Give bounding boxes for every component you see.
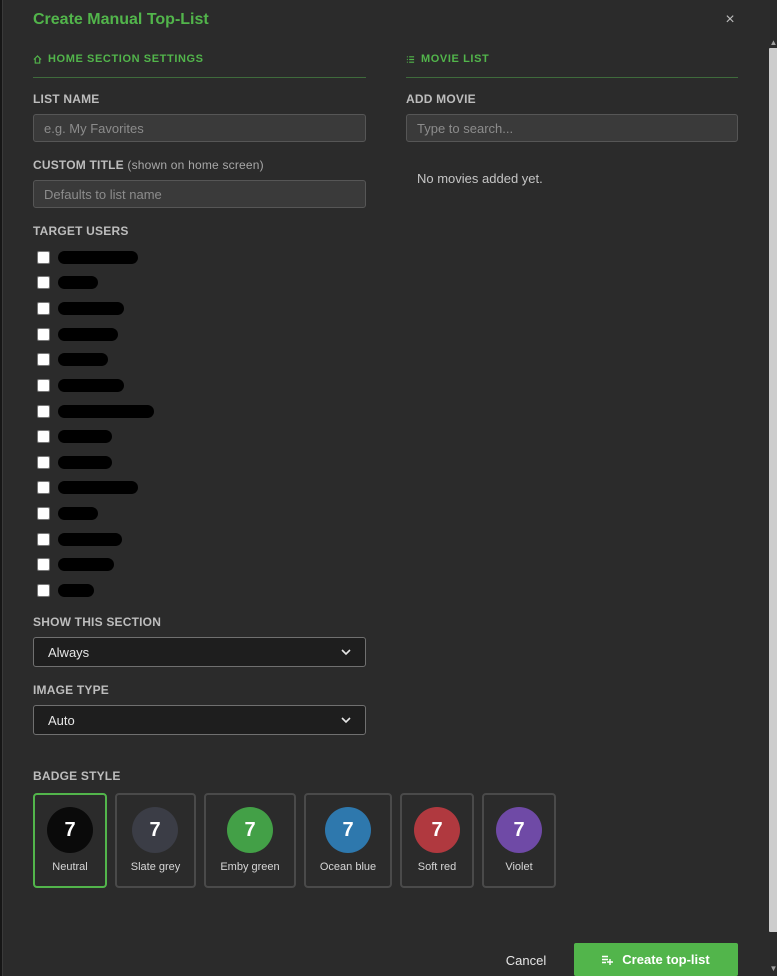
redacted-username	[58, 275, 98, 289]
cancel-button[interactable]: Cancel	[493, 944, 559, 976]
user-row[interactable]	[37, 505, 98, 521]
badge-preview: 7	[47, 807, 93, 853]
badge-preview: 7	[496, 807, 542, 853]
redacted-username	[58, 506, 98, 520]
user-checkbox[interactable]	[37, 352, 50, 366]
user-row[interactable]	[37, 326, 118, 342]
scroll-thumb[interactable]	[769, 48, 777, 932]
badge-option-neutral[interactable]: 7 Neutral	[33, 793, 107, 888]
badge-name: Neutral	[52, 861, 88, 873]
user-checkbox[interactable]	[37, 301, 50, 315]
badge-option-ocean-blue[interactable]: 7 Ocean blue	[304, 793, 392, 888]
user-row[interactable]	[37, 428, 112, 444]
user-checkbox[interactable]	[37, 404, 50, 418]
badge-preview: 7	[227, 807, 273, 853]
redacted-username	[58, 250, 138, 264]
user-row[interactable]	[37, 377, 124, 393]
home-section-heading: HOME SECTION SETTINGS	[33, 53, 366, 78]
user-checkbox[interactable]	[37, 532, 50, 546]
movie-list-heading: MOVIE LIST	[406, 53, 738, 78]
user-checkbox[interactable]	[37, 455, 50, 469]
user-checkbox[interactable]	[37, 429, 50, 443]
user-checkbox[interactable]	[37, 557, 50, 571]
user-row[interactable]	[37, 351, 108, 367]
redacted-username	[58, 480, 138, 494]
badge-option-slate-grey[interactable]: 7 Slate grey	[115, 793, 196, 888]
create-top-list-dialog: Create Manual Top-List × HOME SECTION SE…	[2, 0, 777, 976]
dialog-title: Create Manual Top-List	[33, 11, 209, 28]
scroll-up-icon[interactable]: ▲	[769, 38, 777, 47]
custom-title-input[interactable]	[33, 180, 366, 208]
redacted-username	[58, 429, 112, 443]
redacted-username	[58, 404, 154, 418]
home-section-heading-text: HOME SECTION SETTINGS	[48, 53, 204, 65]
badge-preview: 7	[414, 807, 460, 853]
user-row[interactable]	[37, 556, 114, 572]
custom-title-label: CUSTOM TITLE (shown on home screen)	[33, 158, 264, 172]
redacted-username	[58, 532, 122, 546]
user-row[interactable]	[37, 274, 98, 290]
user-row[interactable]	[37, 582, 94, 598]
empty-movie-list-text: No movies added yet.	[417, 171, 543, 186]
create-top-list-button[interactable]: Create top-list	[574, 943, 738, 976]
playlist-add-icon	[602, 955, 614, 965]
badge-name: Soft red	[417, 861, 457, 873]
badge-option-soft-red[interactable]: 7 Soft red	[400, 793, 474, 888]
scroll-down-icon[interactable]: ▼	[769, 964, 777, 973]
target-users-label: TARGET USERS	[33, 224, 129, 238]
user-checkbox[interactable]	[37, 327, 50, 341]
redacted-username	[58, 352, 108, 366]
image-type-value: Auto	[48, 712, 75, 728]
redacted-username	[58, 327, 118, 341]
badge-option-emby-green[interactable]: 7 Emby green	[204, 793, 296, 888]
user-checkbox[interactable]	[37, 506, 50, 520]
badge-preview: 7	[132, 807, 178, 853]
chevron-down-icon	[341, 717, 351, 724]
user-checkbox[interactable]	[37, 275, 50, 289]
user-checkbox[interactable]	[37, 480, 50, 494]
user-checkbox[interactable]	[37, 583, 50, 597]
show-section-value: Always	[48, 644, 90, 660]
badge-style-label: BADGE STYLE	[33, 769, 121, 783]
movie-search-input[interactable]	[406, 114, 738, 142]
home-icon	[33, 54, 42, 64]
show-section-label: SHOW THIS SECTION	[33, 615, 162, 629]
custom-title-sub: (shown on home screen)	[127, 158, 264, 172]
image-type-label: IMAGE TYPE	[33, 683, 110, 697]
add-movie-label: ADD MOVIE	[406, 92, 476, 106]
user-row[interactable]	[37, 300, 124, 316]
list-icon	[406, 55, 415, 63]
badge-name: Violet	[505, 861, 533, 873]
badge-preview: 7	[325, 807, 371, 853]
badge-name: Emby green	[220, 861, 280, 873]
redacted-username	[58, 583, 94, 597]
image-type-select[interactable]: Auto	[33, 705, 366, 735]
user-checkbox[interactable]	[37, 250, 50, 264]
user-row[interactable]	[37, 249, 138, 265]
dialog-scrollbar[interactable]: ▲ ▼	[767, 38, 777, 976]
list-name-label: LIST NAME	[33, 92, 100, 106]
badge-name: Slate grey	[130, 861, 181, 873]
user-row[interactable]	[37, 531, 122, 547]
redacted-username	[58, 378, 124, 392]
badge-name: Ocean blue	[319, 861, 377, 873]
user-row[interactable]	[37, 479, 138, 495]
badge-option-violet[interactable]: 7 Violet	[482, 793, 556, 888]
user-row[interactable]	[37, 403, 154, 419]
redacted-username	[58, 301, 124, 315]
user-row[interactable]	[37, 454, 112, 470]
movie-list-heading-text: MOVIE LIST	[421, 53, 490, 65]
redacted-username	[58, 455, 112, 469]
user-checkbox[interactable]	[37, 378, 50, 392]
custom-title-label-text: CUSTOM TITLE	[33, 158, 124, 172]
chevron-down-icon	[341, 649, 351, 656]
create-top-list-label: Create top-list	[622, 952, 710, 967]
show-section-select[interactable]: Always	[33, 637, 366, 667]
close-icon[interactable]: ×	[722, 12, 738, 28]
redacted-username	[58, 557, 114, 571]
list-name-input[interactable]	[33, 114, 366, 142]
